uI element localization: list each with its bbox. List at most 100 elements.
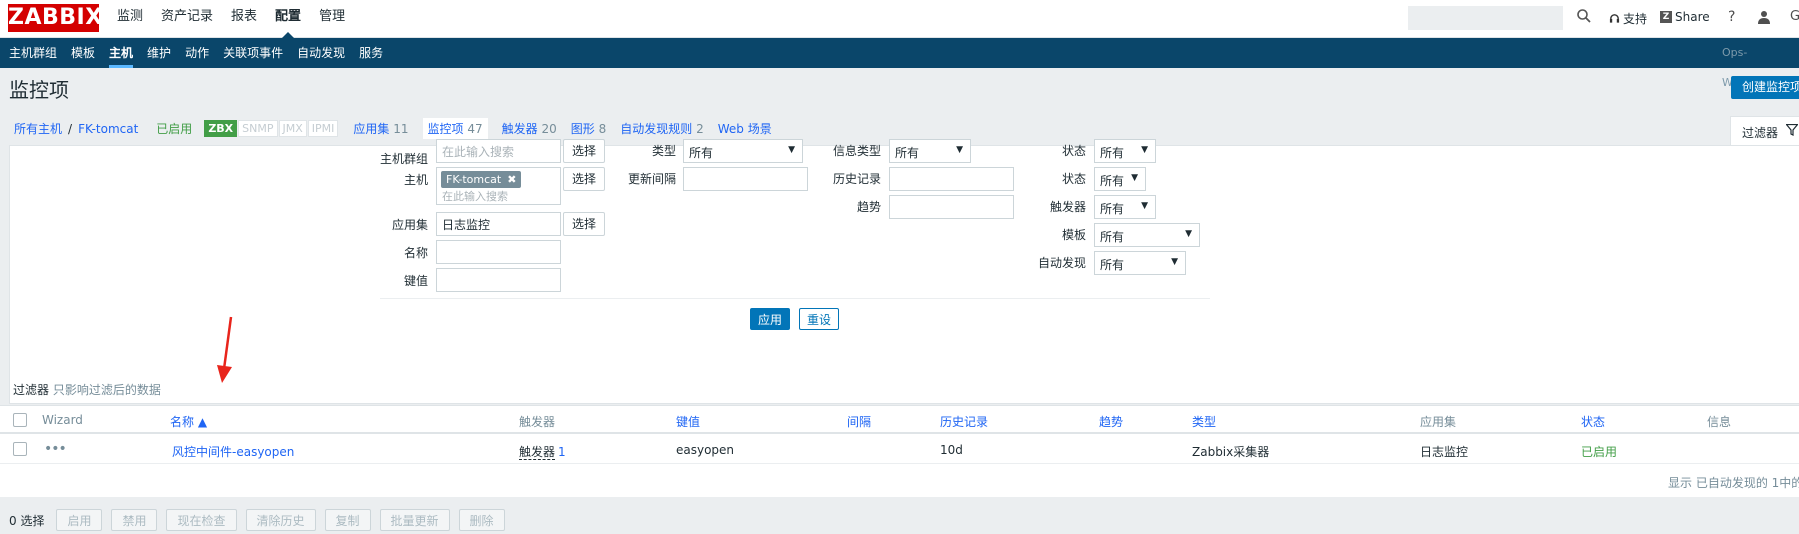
menu-monitoring[interactable]: 监测 — [108, 0, 152, 38]
tab-discovery-rules[interactable]: 自动发现规则 2 — [620, 120, 703, 137]
template-label: 模板 — [1061, 228, 1086, 242]
reset-filter-button[interactable]: 重设 — [799, 308, 839, 330]
share-link[interactable]: Z Share — [1660, 10, 1710, 24]
delete-button[interactable]: 删除 — [458, 509, 505, 531]
header-interval[interactable]: 间隔 — [847, 413, 871, 430]
header-history[interactable]: 历史记录 — [940, 413, 988, 430]
availability-zbx-badge: ZBX — [204, 120, 238, 137]
check-now-button[interactable]: 现在检查 — [166, 509, 237, 531]
search-icon[interactable] — [1576, 8, 1592, 24]
zabbix-logo[interactable]: ZABBIX — [8, 4, 102, 32]
header-key[interactable]: 键值 — [676, 413, 700, 430]
triggers-select[interactable]: 所有 ▼ — [1094, 195, 1156, 219]
user-profile-icon[interactable] — [1758, 10, 1770, 24]
state-select[interactable]: 所有 ▼ — [1094, 139, 1156, 163]
submenu-actions[interactable]: 动作 — [178, 38, 216, 68]
infotype-select[interactable]: 所有 ▼ — [889, 139, 971, 163]
status-label: 状态 — [1061, 172, 1086, 186]
dropdown-caret-icon: ▼ — [1141, 145, 1148, 155]
history-label: 历史记录 — [832, 172, 881, 186]
host-select-button[interactable]: 选择 — [563, 167, 606, 191]
host-multiselect[interactable]: FK-tomcat ✖ 在此输入搜索 — [436, 167, 561, 205]
name-label: 名称 — [403, 246, 428, 260]
copy-button[interactable]: 复制 — [324, 509, 371, 531]
global-search-input[interactable] — [1408, 6, 1563, 30]
item-triggers-count: 1 — [558, 445, 566, 459]
submenu-event-correlation[interactable]: 关联项事件 — [216, 38, 290, 68]
host-label: 主机 — [403, 173, 428, 187]
submenu-host-groups[interactable]: 主机群组 — [0, 38, 64, 68]
submenu-templates[interactable]: 模板 — [64, 38, 102, 68]
menu-configuration[interactable]: 配置 — [266, 0, 310, 39]
template-select[interactable]: 所有 ▼ — [1094, 223, 1200, 247]
apply-filter-button[interactable]: 应用 — [750, 308, 790, 330]
config-submenu: 主机群组 模板 主机 维护 动作 关联项事件 自动发现 服务 — [0, 38, 390, 68]
filter-note-title: 过滤器 — [13, 383, 50, 397]
trends-input[interactable] — [889, 195, 1014, 219]
tab-triggers[interactable]: 触发器 20 — [502, 120, 557, 137]
interval-label: 更新间隔 — [627, 172, 676, 186]
hostgroup-select-button[interactable]: 选择 — [563, 139, 606, 163]
support-label: 支持 — [1623, 12, 1648, 26]
page-title: 监控项 — [9, 78, 69, 102]
key-input[interactable] — [436, 268, 561, 292]
host-navigation: 所有主机 / FK-tomcat 已启用 ZBX SNMP JMX IPMI 应… — [14, 118, 786, 139]
row-checkbox[interactable] — [13, 442, 27, 456]
filter-note: 过滤器 只影响过滤后的数据 — [13, 381, 161, 398]
discovery-select[interactable]: 所有 ▼ — [1094, 251, 1186, 275]
item-name-link[interactable]: 风控中间件-easyopen — [172, 443, 294, 460]
enable-button[interactable]: 启用 — [56, 509, 103, 531]
tab-applications[interactable]: 应用集 11 — [353, 120, 408, 137]
header-type[interactable]: 类型 — [1192, 413, 1216, 430]
mass-action-bar: 0 选择 启用 禁用 现在检查 清除历史 复制 批量更新 删除 — [0, 508, 514, 532]
support-link[interactable]: 支持 — [1609, 10, 1647, 27]
submenu-hosts[interactable]: 主机 — [102, 38, 140, 68]
help-icon[interactable]: ? — [1728, 9, 1735, 25]
disable-button[interactable]: 禁用 — [111, 509, 158, 531]
dropdown-caret-icon: ▼ — [956, 145, 963, 155]
status-select[interactable]: 所有 ▼ — [1094, 167, 1146, 191]
interval-input[interactable] — [683, 167, 808, 191]
name-input[interactable] — [436, 240, 561, 264]
menu-administration[interactable]: 管理 — [310, 0, 354, 38]
availability-snmp-badge: SNMP — [238, 120, 278, 137]
funnel-icon — [1786, 124, 1799, 136]
sign-out-icon[interactable]: G — [1790, 9, 1799, 24]
item-status-link[interactable]: 已启用 — [1581, 443, 1617, 460]
menu-reports[interactable]: 报表 — [222, 0, 266, 38]
menu-inventory[interactable]: 资产记录 — [152, 0, 222, 38]
dropdown-caret-icon: ▼ — [1185, 229, 1192, 239]
create-item-button[interactable]: 创建监控项 — [1731, 76, 1799, 99]
submenu-services[interactable]: 服务 — [352, 38, 390, 68]
breadcrumb-all-hosts[interactable]: 所有主机 — [14, 120, 62, 137]
submenu-maintenance[interactable]: 维护 — [140, 38, 178, 68]
header-name[interactable]: 名称 ▲ — [170, 413, 207, 430]
filter-tab[interactable]: 过滤器 — [1730, 116, 1799, 146]
application-input[interactable]: 日志监控 — [436, 212, 561, 236]
share-z-icon: Z — [1660, 11, 1672, 23]
history-input[interactable] — [889, 167, 1014, 191]
mass-update-button[interactable]: 批量更新 — [379, 509, 450, 531]
header-applications: 应用集 — [1420, 415, 1457, 429]
tab-graphs[interactable]: 图形 8 — [571, 120, 606, 137]
host-status-enabled[interactable]: 已启用 — [156, 120, 192, 137]
filter-note-text: 只影响过滤后的数据 — [52, 383, 161, 397]
item-key: easyopen — [676, 443, 735, 457]
headset-icon — [1609, 14, 1620, 23]
clear-history-button[interactable]: 清除历史 — [245, 509, 316, 531]
header-status[interactable]: 状态 — [1581, 413, 1605, 430]
item-triggers-cell[interactable]: 触发器 1 — [519, 443, 566, 460]
application-label: 应用集 — [391, 218, 428, 232]
type-select[interactable]: 所有 ▼ — [683, 139, 803, 163]
tab-items[interactable]: 监控项 47 — [422, 118, 488, 139]
header-trends[interactable]: 趋势 — [1099, 413, 1123, 430]
hostgroup-input[interactable]: 在此输入搜索 — [436, 139, 561, 163]
select-all-checkbox[interactable] — [13, 413, 27, 427]
breadcrumb-host[interactable]: FK-tomcat — [78, 122, 138, 136]
tab-web-scenarios[interactable]: Web 场景 — [718, 120, 772, 137]
application-select-button[interactable]: 选择 — [563, 212, 606, 236]
submenu-discovery[interactable]: 自动发现 — [290, 38, 352, 68]
remove-icon[interactable]: ✖ — [507, 172, 516, 187]
more-dots-icon[interactable]: ••• — [44, 441, 67, 457]
items-table: Wizard 名称 ▲ 触发器 键值 间隔 历史记录 趋势 类型 应用集 状态 … — [0, 405, 1799, 497]
